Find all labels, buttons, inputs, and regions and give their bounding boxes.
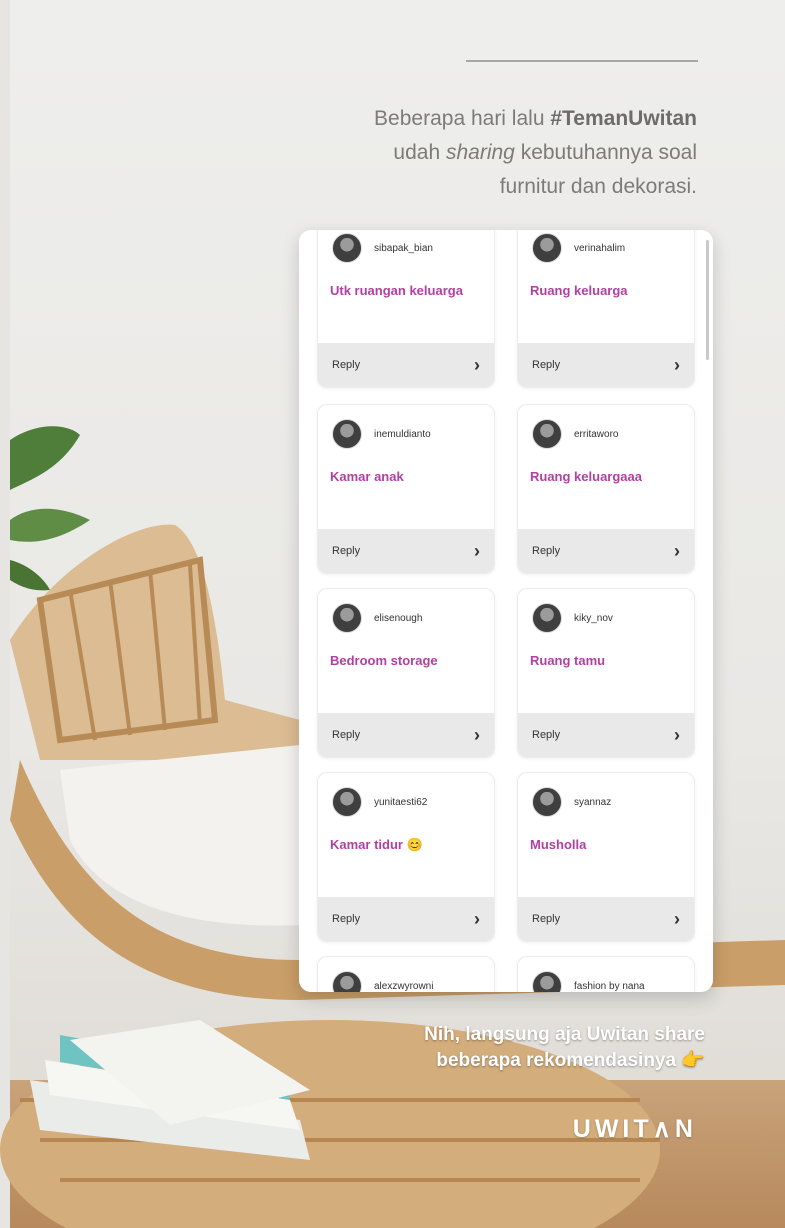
story-background: Beberapa hari lalu #TemanUwitan udah sha… — [0, 0, 785, 1228]
reply-message: Utk ruangan keluarga — [330, 283, 463, 298]
reply-message: Musholla — [530, 837, 587, 852]
reply-message: Ruang keluarga — [530, 283, 628, 298]
scrollbar[interactable] — [706, 240, 709, 360]
chevron-right-icon: › — [674, 541, 680, 561]
reply-label: Reply — [332, 729, 361, 741]
headline-hashtag: #TemanUwitan — [550, 107, 697, 130]
username[interactable]: syannaz — [574, 797, 611, 808]
avatar[interactable] — [532, 603, 562, 633]
reply-button[interactable]: Reply › — [318, 897, 494, 941]
reply-user: inemuldianto — [332, 419, 431, 449]
reply-message: Kamar anak — [330, 469, 404, 484]
caption-line2: beberapa rekomendasinya 👉 — [436, 1050, 705, 1071]
avatar[interactable] — [532, 419, 562, 449]
username[interactable]: sibapak_bian — [374, 243, 433, 254]
reply-card: verinahalim Ruang keluarga Reply › — [517, 230, 695, 388]
chevron-right-icon: › — [474, 725, 480, 745]
reply-label: Reply — [532, 359, 561, 371]
reply-button[interactable]: Reply › — [518, 897, 694, 941]
reply-user: kiky_nov — [532, 603, 613, 633]
username[interactable]: elisenough — [374, 613, 422, 624]
chevron-right-icon: › — [474, 909, 480, 929]
headline: Beberapa hari lalu #TemanUwitan udah sha… — [277, 102, 697, 204]
username[interactable]: fashion by nana — [574, 981, 645, 992]
reply-message: Ruang keluargaaa — [530, 469, 642, 484]
username[interactable]: erritaworo — [574, 429, 618, 440]
reply-user: yunitaesti62 — [332, 787, 427, 817]
headline-line3: furnitur dan dekorasi. — [499, 175, 697, 198]
reply-label: Reply — [332, 359, 361, 371]
uwitan-logo: UWIT∧N — [572, 1115, 697, 1143]
reply-message: Ruang tamu — [530, 653, 606, 668]
chevron-right-icon: › — [474, 355, 480, 375]
avatar[interactable] — [332, 971, 362, 992]
reply-user: alexzwyrowni — [332, 971, 433, 992]
reply-message: Kamar tidur 😊 — [330, 837, 423, 852]
reply-user: erritaworo — [532, 419, 618, 449]
username[interactable]: yunitaesti62 — [374, 797, 427, 808]
avatar[interactable] — [332, 787, 362, 817]
reply-button[interactable]: Reply › — [318, 343, 494, 387]
reply-card: inemuldianto Kamar anak Reply › — [317, 404, 495, 574]
username[interactable]: alexzwyrowni — [374, 981, 433, 992]
reply-button[interactable]: Reply › — [318, 713, 494, 757]
username[interactable]: verinahalim — [574, 243, 625, 254]
reply-button[interactable]: Reply › — [318, 529, 494, 573]
reply-button[interactable]: Reply › — [518, 529, 694, 573]
reply-card: fashion by nana — [517, 956, 695, 992]
reply-label: Reply — [332, 913, 361, 925]
reply-label: Reply — [532, 729, 561, 741]
caption: Nih, langsung aja Uwitan share beberapa … — [345, 1022, 705, 1074]
reply-message: Bedroom storage — [330, 653, 438, 668]
top-rule — [466, 60, 698, 62]
reply-user: verinahalim — [532, 233, 625, 263]
avatar[interactable] — [532, 233, 562, 263]
reply-user: fashion by nana — [532, 971, 645, 992]
avatar[interactable] — [532, 787, 562, 817]
headline-prefix: Beberapa hari lalu — [374, 107, 551, 130]
avatar[interactable] — [532, 971, 562, 992]
chevron-right-icon: › — [674, 725, 680, 745]
avatar[interactable] — [332, 419, 362, 449]
reply-label: Reply — [532, 545, 561, 557]
chevron-right-icon: › — [674, 909, 680, 929]
headline-line2c: kebutuhannya soal — [514, 141, 697, 164]
reply-card: erritaworo Ruang keluargaaa Reply › — [517, 404, 695, 574]
username[interactable]: kiky_nov — [574, 613, 613, 624]
reply-label: Reply — [532, 913, 561, 925]
reply-card: yunitaesti62 Kamar tidur 😊 Reply › — [317, 772, 495, 942]
reply-card: syannaz Musholla Reply › — [517, 772, 695, 942]
reply-button[interactable]: Reply › — [518, 713, 694, 757]
reply-card: alexzwyrowni — [317, 956, 495, 992]
reply-user: elisenough — [332, 603, 422, 633]
reply-card: sibapak_bian Utk ruangan keluarga Reply … — [317, 230, 495, 388]
username[interactable]: inemuldianto — [374, 429, 431, 440]
replies-screenshot: sibapak_bian Utk ruangan keluarga Reply … — [299, 230, 713, 992]
caption-line1: Nih, langsung aja Uwitan share — [424, 1024, 705, 1045]
avatar[interactable] — [332, 233, 362, 263]
headline-line2a: udah — [393, 141, 446, 164]
reply-user: syannaz — [532, 787, 611, 817]
reply-user: sibapak_bian — [332, 233, 433, 263]
chevron-right-icon: › — [474, 541, 480, 561]
headline-line2b: sharing — [445, 141, 515, 164]
chevron-right-icon: › — [674, 355, 680, 375]
reply-card: elisenough Bedroom storage Reply › — [317, 588, 495, 758]
reply-button[interactable]: Reply › — [518, 343, 694, 387]
reply-card: kiky_nov Ruang tamu Reply › — [517, 588, 695, 758]
reply-label: Reply — [332, 545, 361, 557]
avatar[interactable] — [332, 603, 362, 633]
